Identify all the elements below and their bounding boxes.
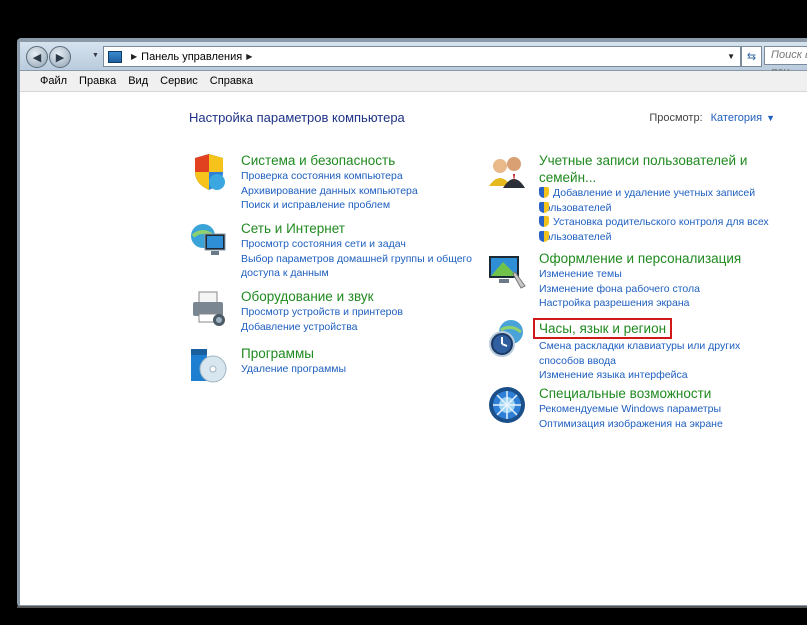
chevron-down-icon[interactable]: ▼ bbox=[766, 113, 775, 123]
clock-globe-icon bbox=[489, 320, 523, 357]
category-title[interactable]: Программы bbox=[241, 345, 346, 362]
forward-arrow-icon: ▶ bbox=[55, 51, 65, 64]
task-link[interactable]: Смена раскладки клавиатуры или других bbox=[539, 339, 740, 354]
globe-network-icon bbox=[191, 224, 226, 255]
breadcrumb-control-panel[interactable]: Панель управления bbox=[141, 51, 242, 63]
task-link[interactable]: Проверка состояния компьютера bbox=[241, 169, 418, 184]
category-title[interactable]: Часы, язык и регион bbox=[533, 318, 673, 339]
control-panel-icon bbox=[108, 50, 122, 63]
task-link[interactable]: способов ввода bbox=[539, 354, 740, 369]
back-button[interactable]: ◀ bbox=[26, 46, 48, 68]
task-link-continuation[interactable]: пользователей bbox=[539, 230, 769, 245]
monitor-paint-icon bbox=[489, 256, 526, 289]
window-bottom-edge bbox=[17, 606, 807, 608]
users-icon bbox=[489, 157, 525, 188]
task-link[interactable]: доступа к данным bbox=[241, 266, 472, 281]
task-link[interactable]: Просмотр состояния сети и задач bbox=[241, 237, 472, 252]
task-link[interactable]: Изменение языка интерфейса bbox=[539, 368, 740, 383]
task-link[interactable]: Оптимизация изображения на экране bbox=[539, 417, 723, 432]
menu-tools[interactable]: Сервис bbox=[154, 75, 204, 87]
content-area: Настройка параметров компьютера Просмотр… bbox=[20, 92, 807, 605]
menu-file[interactable]: Файл bbox=[34, 75, 73, 87]
category-title[interactable]: Оформление и персонализация bbox=[539, 250, 741, 267]
back-arrow-icon: ◀ bbox=[32, 51, 42, 64]
task-link[interactable]: Изменение темы bbox=[539, 267, 741, 282]
breadcrumb-arrow-icon[interactable]: ▶ bbox=[131, 52, 137, 61]
category-title-continuation[interactable]: семейн... bbox=[539, 169, 769, 186]
admin-shield-link[interactable]: Добавление и удаление учетных записей bbox=[539, 186, 769, 201]
address-dropdown-icon[interactable]: ▼ bbox=[727, 52, 735, 61]
ease-of-access-icon bbox=[489, 387, 525, 423]
programs-disc-icon bbox=[191, 349, 227, 383]
category-title[interactable]: Сеть и Интернет bbox=[241, 220, 472, 237]
refresh-icon: ⇆ bbox=[746, 51, 757, 63]
view-selector: Просмотр: Категория ▼ bbox=[649, 112, 775, 124]
refresh-button[interactable]: ⇆ bbox=[741, 46, 762, 67]
task-link[interactable]: Удаление программы bbox=[241, 362, 346, 377]
address-field[interactable]: ▶ Панель управления ▶ ▼ bbox=[103, 46, 741, 67]
task-link[interactable]: Поиск и исправление проблем bbox=[241, 198, 418, 213]
view-label: Просмотр: bbox=[649, 112, 703, 124]
menu-view[interactable]: Вид bbox=[122, 75, 154, 87]
category-title[interactable]: Специальные возможности bbox=[539, 385, 723, 402]
history-dropdown-icon[interactable]: ▼ bbox=[92, 52, 99, 59]
task-link[interactable]: Рекомендуемые Windows параметры bbox=[539, 402, 723, 417]
task-link[interactable]: Настройка разрешения экрана bbox=[539, 296, 741, 311]
task-link-continuation[interactable]: пользователей bbox=[539, 201, 769, 216]
breadcrumb-arrow-icon[interactable]: ▶ bbox=[246, 52, 252, 61]
menu-help[interactable]: Справка bbox=[204, 75, 259, 87]
view-category-dropdown[interactable]: Категория bbox=[711, 112, 762, 124]
page-title: Настройка параметров компьютера bbox=[189, 110, 405, 125]
task-link[interactable]: Просмотр устройств и принтеров bbox=[241, 305, 403, 320]
address-bar: ◀ ▶ ▼ ▶ Панель управления ▶ ▼ ⇆ Поиск в … bbox=[20, 42, 807, 78]
category-title[interactable]: Учетные записи пользователей и bbox=[539, 152, 769, 169]
forward-button[interactable]: ▶ bbox=[49, 46, 71, 68]
menu-bar: Файл Правка Вид Сервис Справка bbox=[20, 71, 807, 92]
printer-icon bbox=[193, 291, 225, 326]
task-link[interactable]: Добавление устройства bbox=[241, 320, 403, 335]
menu-edit[interactable]: Правка bbox=[73, 75, 122, 87]
search-input[interactable]: Поиск в пан bbox=[764, 46, 807, 78]
task-link[interactable]: Выбор параметров домашней группы и общег… bbox=[241, 252, 472, 267]
shield-icon bbox=[195, 154, 225, 190]
category-title[interactable]: Оборудование и звук bbox=[241, 288, 403, 305]
task-link[interactable]: Архивирование данных компьютера bbox=[241, 184, 418, 199]
category-title[interactable]: Система и безопасность bbox=[241, 152, 418, 169]
admin-shield-link[interactable]: Установка родительского контроля для все… bbox=[539, 215, 769, 230]
task-link[interactable]: Изменение фона рабочего стола bbox=[539, 282, 741, 297]
